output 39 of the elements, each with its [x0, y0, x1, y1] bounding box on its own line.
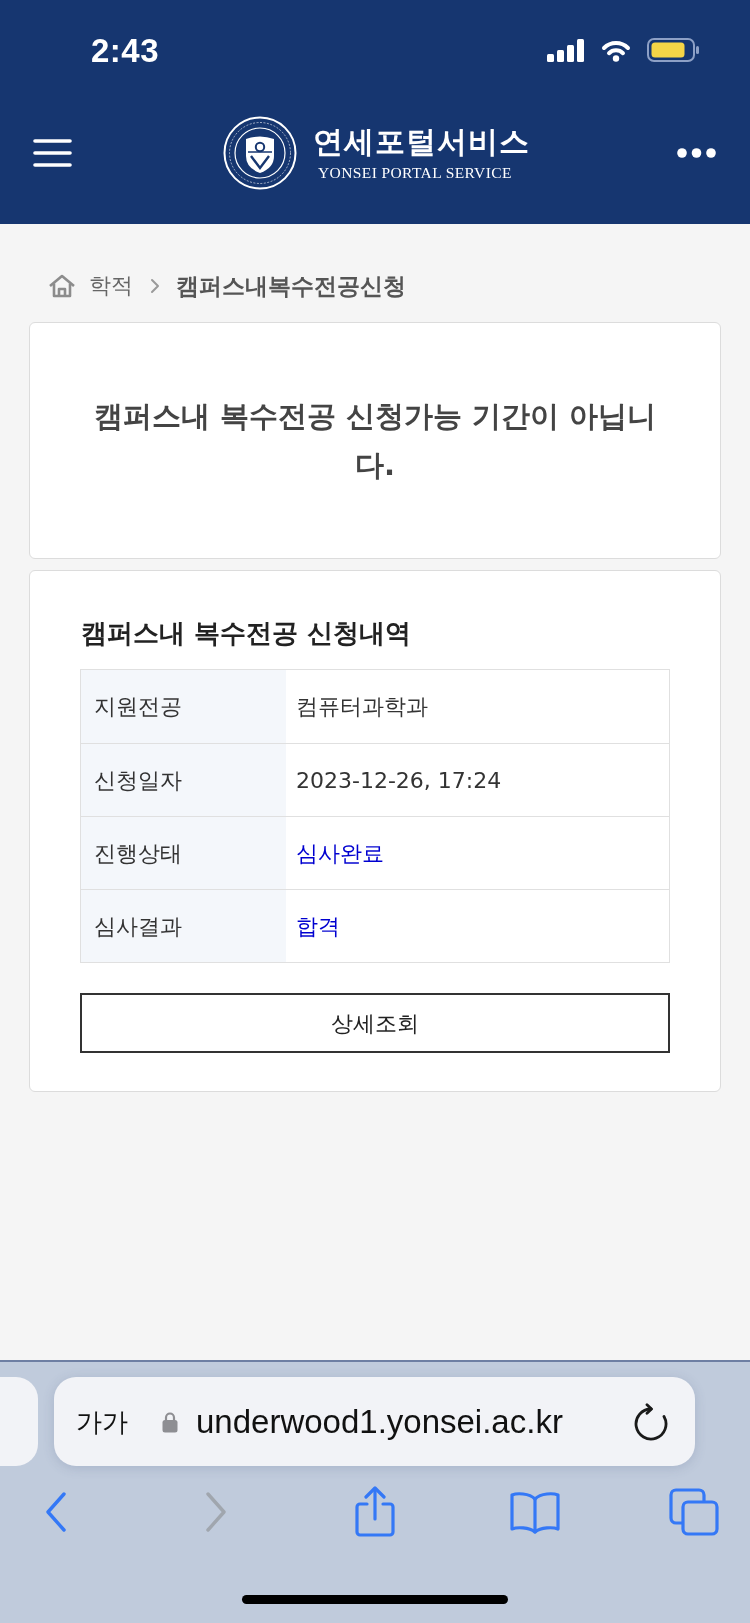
- portal-title: 연세포털서비스: [313, 124, 530, 160]
- table-value-cell-text: 컴퓨터과학과: [295, 693, 429, 721]
- table-value-cell-text: 2023-12-26, 17:24: [295, 766, 503, 795]
- table-status-cell-text: 합격: [295, 912, 341, 941]
- table-label-cell: 신청일자: [81, 744, 286, 816]
- table-label-cell: 심사결과: [81, 890, 286, 962]
- notice-message: 캠퍼스내 복수전공 신청가능 기간이 아닙니다.: [92, 397, 658, 484]
- application-title: 캠퍼스내 복수전공 신청내역: [81, 617, 413, 650]
- home-icon[interactable]: [48, 274, 76, 298]
- table-label-cell: 지원전공: [81, 670, 286, 743]
- chevron-right-icon: [150, 278, 160, 294]
- tabs-icon: [669, 1488, 719, 1536]
- shield-emblem-icon: [223, 116, 297, 190]
- tabs-button[interactable]: [668, 1488, 720, 1536]
- back-chevron-icon: [45, 1492, 67, 1532]
- bookmarks-button[interactable]: [508, 1490, 561, 1534]
- forward-chevron-icon: [204, 1492, 227, 1532]
- menu-icon: [33, 139, 72, 167]
- signal-bars-icon: [547, 38, 585, 62]
- menu-button[interactable]: [33, 139, 72, 167]
- text-size-button[interactable]: 가가: [76, 1408, 128, 1435]
- breadcrumb-current: 캠퍼스내복수전공신청: [176, 272, 406, 301]
- open-book-icon: [508, 1490, 561, 1534]
- url-text: underwood1.yonsei.ac.kr: [196, 1405, 563, 1438]
- reload-icon[interactable]: [633, 1402, 669, 1441]
- share-icon: [354, 1486, 396, 1538]
- more-button[interactable]: [677, 148, 716, 158]
- portal-subtitle: YONSEI PORTAL SERVICE: [318, 164, 512, 182]
- breadcrumb-link[interactable]: 학적: [89, 271, 133, 301]
- previous-tab-pill[interactable]: [0, 1377, 38, 1466]
- detail-view-button[interactable]: 상세조회: [80, 993, 670, 1053]
- table-status-cell-text: 심사완료: [295, 839, 385, 868]
- wifi-icon: [601, 38, 631, 62]
- battery-icon: [647, 38, 699, 62]
- lock-icon: [162, 1410, 178, 1433]
- more-dots-icon: [677, 148, 716, 158]
- table-label-cell: 진행상태: [81, 817, 286, 889]
- status-time: 2:43: [91, 33, 160, 67]
- address-bar[interactable]: 가가 underwood1.yonsei.ac.kr: [54, 1377, 695, 1466]
